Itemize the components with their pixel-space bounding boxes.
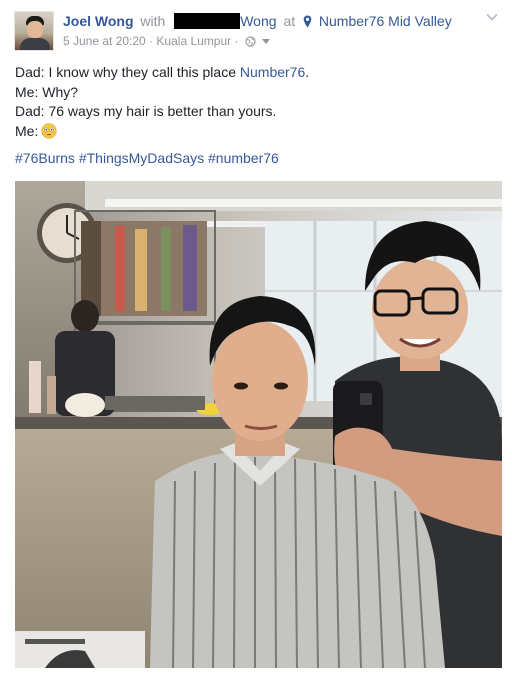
with-label: with [140,13,166,29]
at-label: at [283,13,296,29]
meta-separator: · [149,34,154,48]
hashtag-link[interactable]: #ThingsMyDadSays [79,150,204,166]
post-header: Joel Wong with Wong at Number76 Mid Vall… [63,13,452,29]
post-line: Me: [15,122,495,142]
tagged-friend-link[interactable]: Wong [240,13,276,29]
hashtag-link[interactable]: #number76 [208,150,279,166]
redacted-tagged-name [174,13,241,29]
post-line: Me: Why? [15,83,79,100]
number76-link[interactable]: Number76 [240,64,305,80]
author-avatar[interactable] [14,11,54,51]
timestamp-link[interactable]: 5 June at 20:20 [63,34,146,48]
options-chevron-icon[interactable] [486,13,498,21]
post-photo[interactable] [15,181,502,668]
post-line: Dad: I know why they call this place Num… [15,64,310,80]
location-link[interactable]: Number76 Mid Valley [319,13,452,29]
flushed-emoji-icon [41,122,57,139]
location-pin-icon [303,15,312,28]
globe-icon[interactable] [245,36,256,47]
facebook-post: Joel Wong with Wong at Number76 Mid Vall… [0,0,512,675]
meta-separator: · [234,34,239,48]
hashtag-line: #76Burns #ThingsMyDadSays #number76 [15,149,495,169]
post-meta: 5 June at 20:20 · Kuala Lumpur · [63,34,271,48]
post-line: Dad: 76 ways my hair is better than your… [15,103,277,119]
audience-dropdown-icon[interactable] [262,39,271,44]
post-text: Dad: I know why they call this place Num… [15,63,495,169]
author-name-link[interactable]: Joel Wong [63,13,134,29]
hashtag-link[interactable]: #76Burns [15,150,75,166]
place-meta[interactable]: Kuala Lumpur [156,34,231,48]
